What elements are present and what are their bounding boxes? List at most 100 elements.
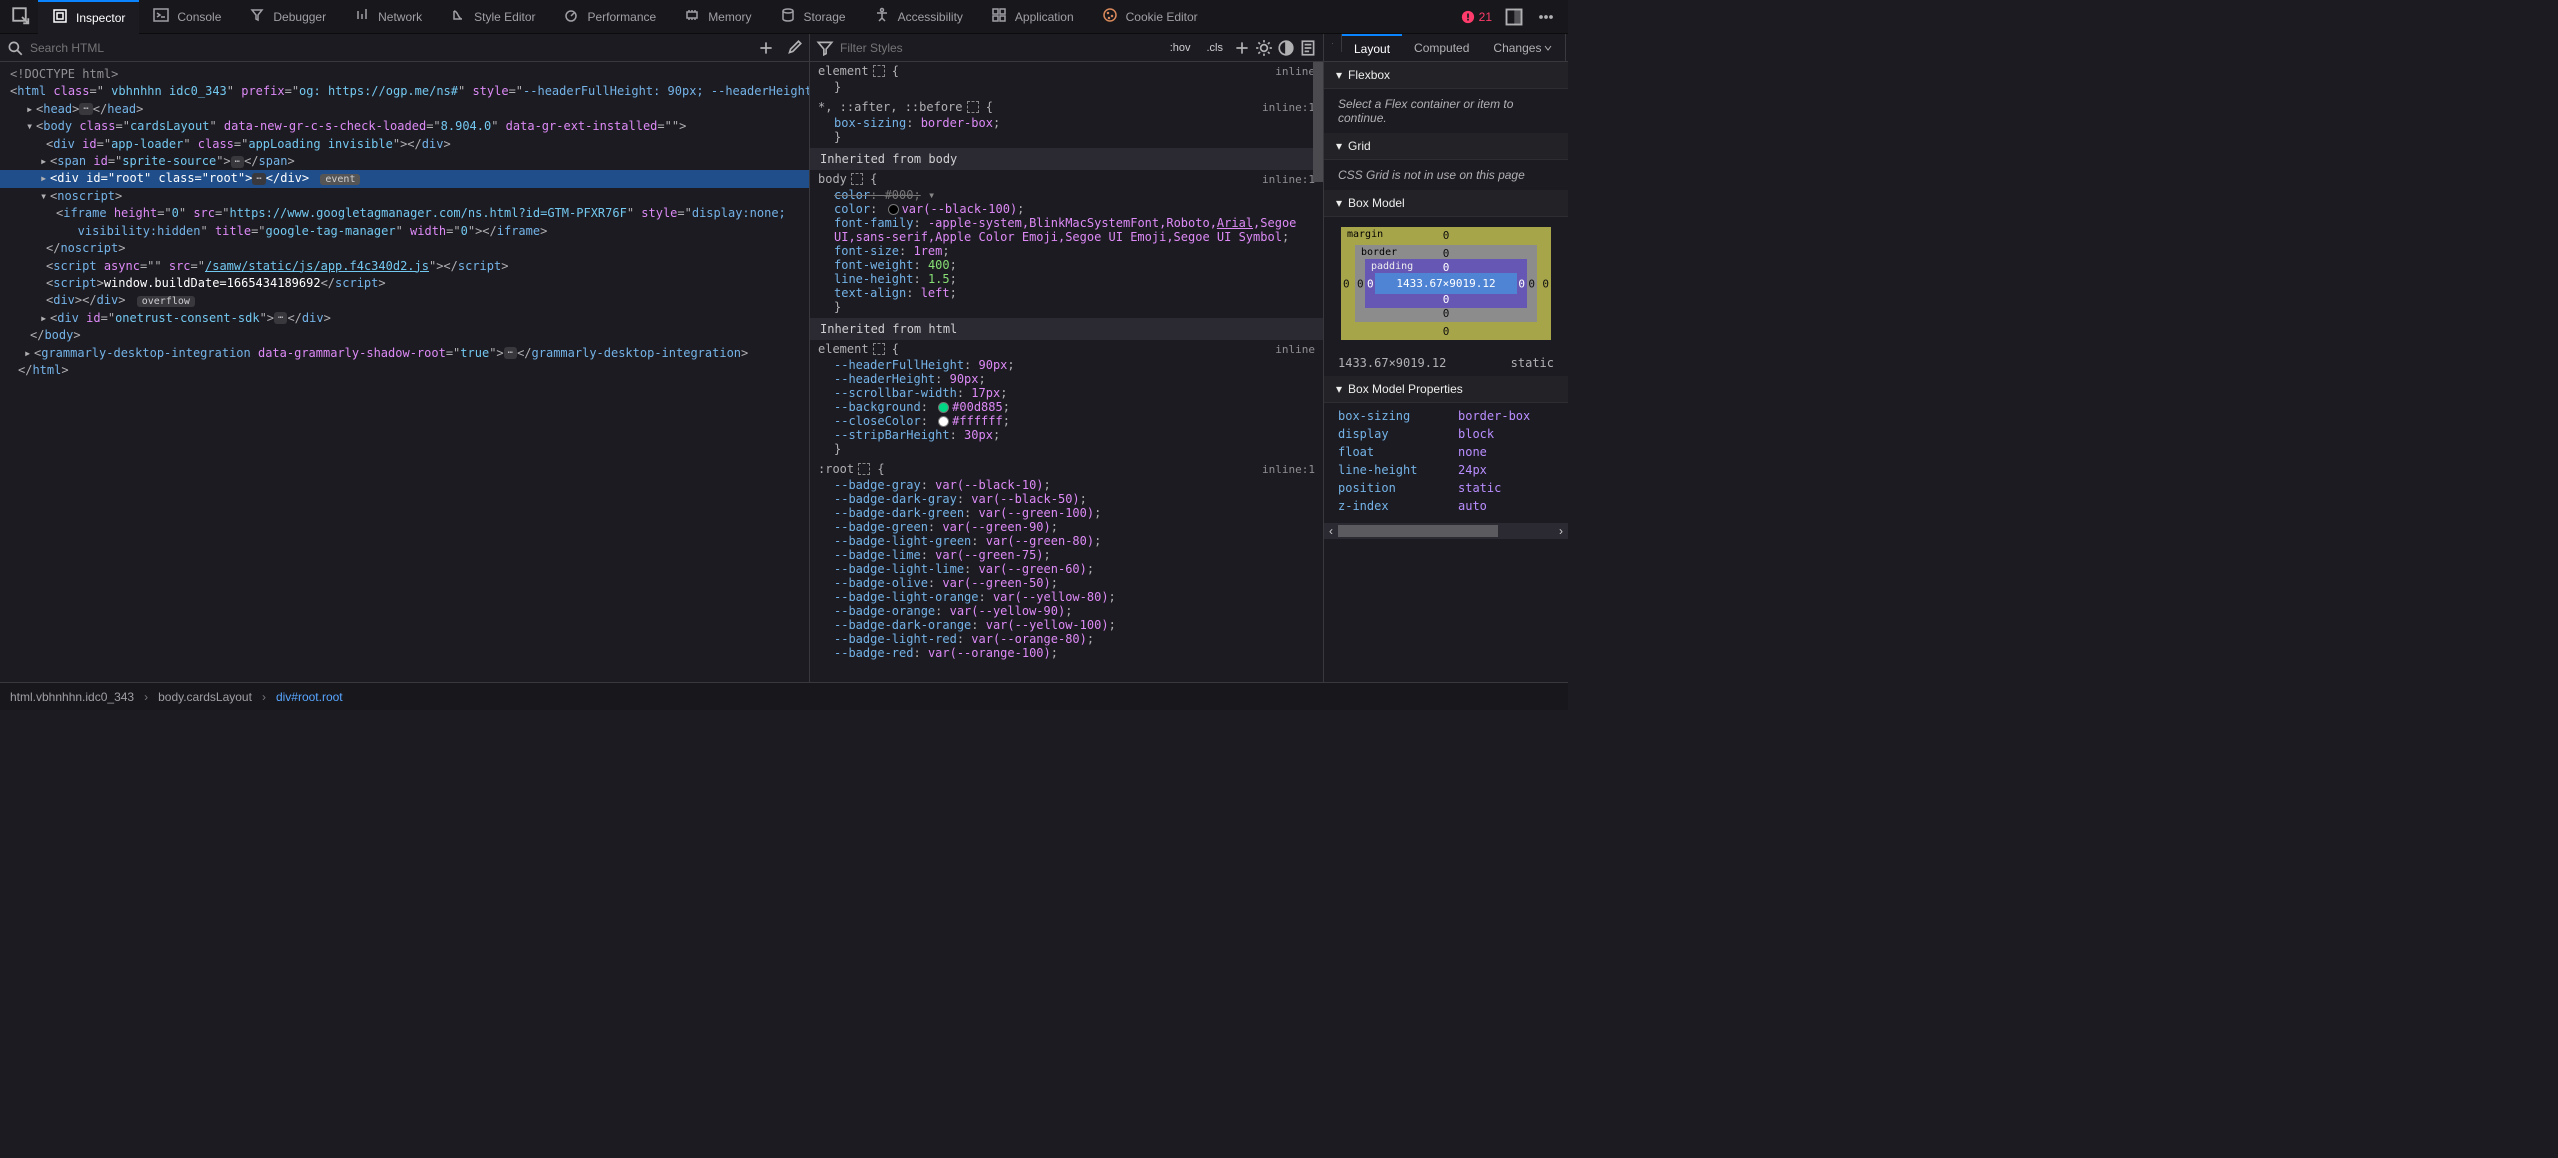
flex-highlight-icon[interactable] xyxy=(873,65,885,77)
flex-highlight-icon[interactable] xyxy=(858,463,870,475)
iframe-node[interactable]: <iframe height="0" src="https://www.goog… xyxy=(0,205,809,240)
tab-layout[interactable]: Layout xyxy=(1342,34,1402,62)
tab-cookie-editor[interactable]: Cookie Editor xyxy=(1088,0,1212,34)
bm-content-dims[interactable]: 1433.67×9019.12 xyxy=(1375,273,1517,294)
tab-console[interactable]: Console xyxy=(139,0,235,34)
styles-pane[interactable]: element {inline } *, ::after, ::before {… xyxy=(810,62,1324,682)
tab-storage[interactable]: Storage xyxy=(766,0,860,34)
onetrust-node[interactable]: ▸<div id="onetrust-consent-sdk">⋯</div> xyxy=(0,310,809,327)
search-html-input[interactable] xyxy=(30,41,751,55)
script-async-node[interactable]: <script async="" src="/samw/static/js/ap… xyxy=(0,258,809,275)
div-empty-node[interactable]: <div></div> overflow xyxy=(0,292,809,310)
tab-network[interactable]: Network xyxy=(340,0,436,34)
tab-style-editor[interactable]: Style Editor xyxy=(436,0,549,34)
rule-root[interactable]: :root {inline:1 xyxy=(810,460,1323,478)
prop-font-family[interactable]: font-family: -apple-system,BlinkMacSyste… xyxy=(834,216,1315,244)
doctype-node[interactable]: <!DOCTYPE html> xyxy=(10,67,118,81)
app-loader-node[interactable]: <div id="app-loader" class="appLoading i… xyxy=(0,136,809,153)
prop-color-strike[interactable]: color: #000; ▾ xyxy=(834,188,1315,202)
contrast-icon[interactable] xyxy=(1277,39,1295,57)
box-model-accordion-header[interactable]: ▾Box Model xyxy=(1324,190,1568,217)
color-swatch[interactable] xyxy=(938,402,949,413)
add-node-icon[interactable] xyxy=(757,39,775,57)
tab-memory[interactable]: Memory xyxy=(670,0,765,34)
sidebar-toggle-icon[interactable] xyxy=(1324,34,1342,52)
tab-performance[interactable]: Performance xyxy=(549,0,670,34)
overridden-filter-icon[interactable]: ▾ xyxy=(928,188,935,202)
box-model-prop-row[interactable]: box-sizingborder-box xyxy=(1338,407,1554,425)
body-node[interactable]: ▾<body class="cardsLayout" data-new-gr-c… xyxy=(0,118,809,135)
tab-changes[interactable]: Changes xyxy=(1481,34,1565,62)
overflow-badge[interactable]: overflow xyxy=(137,296,195,307)
box-model-prop-row[interactable]: z-indexauto xyxy=(1338,497,1554,515)
chevron-down-icon: ▾ xyxy=(1336,139,1342,153)
noscript-open-node[interactable]: ▾<noscript> xyxy=(0,188,809,205)
tab-application[interactable]: Application xyxy=(977,0,1088,34)
tab-debugger[interactable]: Debugger xyxy=(235,0,340,34)
root-node-selected[interactable]: ▸<div id="root" class="root">⋯</div> eve… xyxy=(0,170,809,188)
tab-label: Console xyxy=(177,10,221,24)
breadcrumb-item[interactable]: html.vbhnhhn.idc0_343 xyxy=(10,690,134,704)
debugger-icon xyxy=(249,7,265,26)
performance-icon xyxy=(563,7,579,26)
dom-tree-pane[interactable]: <!DOCTYPE html> <html class=" vbhnhhn id… xyxy=(0,62,810,682)
sub-toolbar: :hov .cls Layout Computed Changes xyxy=(0,34,1568,62)
box-model-diagram[interactable]: margin 0 0 0 0 border 0 0 0 0 padding 0 … xyxy=(1341,227,1551,340)
tab-label: Cookie Editor xyxy=(1126,10,1198,24)
errors-indicator[interactable]: 21 xyxy=(1461,10,1492,24)
layout-horizontal-scrollbar[interactable]: ‹› xyxy=(1324,523,1568,539)
prop-line-height[interactable]: line-height: 1.5; xyxy=(834,272,1315,286)
color-swatch[interactable] xyxy=(938,416,949,427)
head-node[interactable]: ▸<head>⋯</head> xyxy=(0,101,809,118)
noscript-close-node[interactable]: </noscript> xyxy=(0,240,809,257)
grammarly-node[interactable]: ▸<grammarly-desktop-integration data-gra… xyxy=(0,345,809,362)
rule-universal[interactable]: *, ::after, ::before {inline:1 xyxy=(810,98,1323,116)
breadcrumb-item[interactable]: body.cardsLayout xyxy=(158,690,252,704)
html-close-node[interactable]: </html> xyxy=(0,362,809,379)
box-model-prop-row[interactable]: line-height24px xyxy=(1338,461,1554,479)
filter-styles-input[interactable] xyxy=(840,41,1158,55)
dock-side-icon[interactable] xyxy=(1504,7,1524,27)
rule-element[interactable]: element {inline xyxy=(810,62,1323,80)
prop-font-weight[interactable]: font-weight: 400; xyxy=(834,258,1315,272)
box-model-prop-row[interactable]: positionstatic xyxy=(1338,479,1554,497)
more-options-icon[interactable] xyxy=(1536,7,1556,27)
tab-accessibility[interactable]: Accessibility xyxy=(860,0,977,34)
flex-highlight-icon[interactable] xyxy=(851,173,863,185)
breadcrumb-item-active[interactable]: div#root.root xyxy=(276,690,343,704)
styles-scrollbar[interactable] xyxy=(1313,62,1323,682)
hov-toggle[interactable]: :hov xyxy=(1164,40,1197,56)
layout-pane[interactable]: ▾Flexbox Select a Flex container or item… xyxy=(1324,62,1568,682)
grid-message: CSS Grid is not in use on this page xyxy=(1324,160,1568,190)
box-model-prop-row[interactable]: floatnone xyxy=(1338,443,1554,461)
scroll-left-arrow[interactable]: ‹ xyxy=(1324,523,1338,539)
color-swatch[interactable] xyxy=(888,204,899,215)
scroll-right-arrow[interactable]: › xyxy=(1554,523,1568,539)
tab-inspector[interactable]: Inspector xyxy=(38,0,139,34)
rule-element-html[interactable]: element {inline xyxy=(810,340,1323,358)
grid-accordion-header[interactable]: ▾Grid xyxy=(1324,133,1568,160)
prop-text-align[interactable]: text-align: left; xyxy=(834,286,1315,300)
light-theme-icon[interactable] xyxy=(1255,39,1273,57)
flex-highlight-icon[interactable] xyxy=(967,101,979,113)
sprite-node[interactable]: ▸<span id="sprite-source">⋯</span> xyxy=(0,153,809,170)
add-rule-icon[interactable] xyxy=(1233,39,1251,57)
body-close-node[interactable]: </body> xyxy=(0,327,809,344)
box-model-prop-row[interactable]: displayblock xyxy=(1338,425,1554,443)
flex-highlight-icon[interactable] xyxy=(873,343,885,355)
tab-label: Style Editor xyxy=(474,10,535,24)
tab-label: Accessibility xyxy=(898,10,963,24)
rule-body[interactable]: body {inline:1 xyxy=(810,170,1323,188)
flexbox-accordion-header[interactable]: ▾Flexbox xyxy=(1324,62,1568,89)
print-media-icon[interactable] xyxy=(1299,39,1317,57)
tab-computed[interactable]: Computed xyxy=(1402,34,1481,62)
prop-font-size[interactable]: font-size: 1rem; xyxy=(834,244,1315,258)
prop-color[interactable]: color: var(--black-100); xyxy=(834,202,1315,216)
cls-toggle[interactable]: .cls xyxy=(1201,40,1230,56)
eyedropper-icon[interactable] xyxy=(785,39,803,57)
html-node[interactable]: <html class=" vbhnhhn idc0_343" prefix="… xyxy=(0,83,809,101)
script-build-node[interactable]: <script>window.buildDate=1665434189692</… xyxy=(0,275,809,292)
box-model-props-header[interactable]: ▾Box Model Properties xyxy=(1324,376,1568,403)
event-badge[interactable]: event xyxy=(320,174,360,185)
element-picker-icon[interactable] xyxy=(12,7,32,27)
